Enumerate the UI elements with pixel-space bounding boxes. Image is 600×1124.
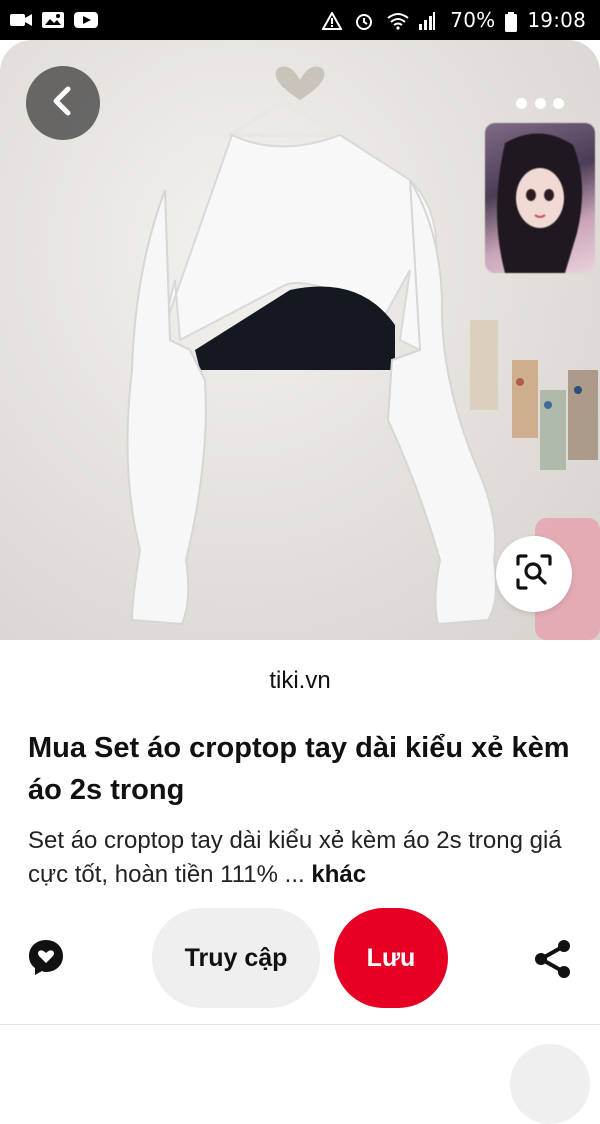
gallery-icon (42, 12, 64, 28)
pin-description: Set áo croptop tay dài kiểu xẻ kèm áo 2s… (28, 824, 588, 892)
more-dots-icon (516, 97, 527, 109)
status-left-icons (10, 12, 98, 28)
more-options-button[interactable] (516, 90, 564, 116)
more-dot (553, 97, 564, 109)
youtube-icon (74, 12, 98, 28)
wifi-icon (386, 12, 409, 30)
pin-title: Mua Set áo croptop tay dài kiểu xẻ kèm á… (28, 732, 570, 806)
pin-description-text: Set áo croptop tay dài kiểu xẻ kèm áo 2s… (28, 827, 562, 888)
status-bar: 70% 19:08 (0, 0, 600, 40)
status-right-icons: 70% 19:08 (321, 8, 586, 32)
visual-search-button[interactable] (496, 536, 572, 612)
comment-icon[interactable] (26, 937, 66, 977)
more-dot (534, 97, 546, 109)
pin-source-domain[interactable]: tiki.vn (0, 667, 600, 695)
signal-icon (418, 12, 440, 30)
pin-image[interactable] (0, 40, 600, 640)
battery-percent: 70% (450, 8, 496, 32)
save-button[interactable]: Lưu (334, 908, 448, 1008)
back-button[interactable] (26, 66, 100, 140)
action-bar: Truy cập Lưu (0, 908, 600, 1008)
creator-avatar[interactable] (485, 123, 595, 273)
read-more-link[interactable]: khác (311, 861, 366, 888)
alarm-warning-icon (321, 10, 344, 30)
section-divider (0, 1024, 600, 1025)
bottom-partial-button[interactable] (510, 1044, 590, 1124)
visit-button[interactable]: Truy cập (152, 908, 320, 1008)
video-call-icon (10, 12, 32, 28)
chevron-left-icon (50, 86, 76, 121)
clock-time: 19:08 (527, 8, 586, 32)
alarm-icon (354, 12, 376, 30)
visual-search-icon (514, 552, 554, 597)
share-icon[interactable] (532, 938, 574, 980)
battery-icon (505, 12, 518, 32)
avatar-illustration (497, 133, 583, 273)
